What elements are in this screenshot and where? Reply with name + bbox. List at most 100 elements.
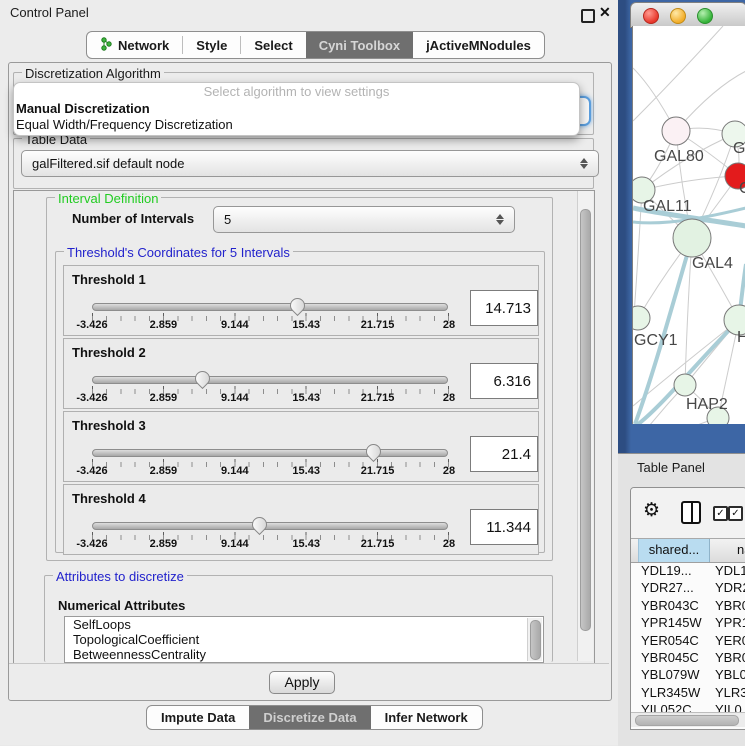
slider-tick-labels: -3.426 2.859 9.144 15.43 21.715 28 xyxy=(92,319,449,331)
dropdown-placeholder: Select algorithm to view settings xyxy=(14,83,579,101)
table-panel-title: Table Panel xyxy=(637,460,705,475)
threshold-label: Threshold 2 xyxy=(72,345,146,360)
settings-scrollbar[interactable] xyxy=(577,191,593,661)
tab-discretize-data[interactable]: Discretize Data xyxy=(249,706,370,729)
table-header-row: shared... na xyxy=(631,538,745,563)
network-canvas[interactable]: GAL80 GA C GAL11 GAL4 GCY1 H HAP2 xyxy=(632,26,745,424)
threshold-1-panel: Threshold 1 -3.426 2.859 9.144 15.43 21.… xyxy=(63,265,539,336)
checkbox-icon[interactable]: ✓ xyxy=(728,506,743,521)
scrollbar-thumb[interactable] xyxy=(635,715,739,726)
threshold-label: Threshold 1 xyxy=(72,272,146,287)
window-title: Control Panel xyxy=(10,5,89,20)
node-label: HAP2 xyxy=(686,396,728,413)
minimize-traffic-light[interactable] xyxy=(670,8,686,24)
checkbox-icon[interactable]: ✓ xyxy=(713,506,728,521)
threshold-1-slider[interactable] xyxy=(92,300,448,314)
node-gcy1[interactable] xyxy=(633,306,650,330)
numerical-attributes-list[interactable]: SelfLoops TopologicalCoefficient Between… xyxy=(64,616,544,663)
tab-network[interactable]: Network xyxy=(87,32,182,58)
network-icon xyxy=(100,37,113,54)
node-hap2[interactable] xyxy=(674,374,696,396)
control-panel-tabbar: Network Style Select Cyni Toolbox jActiv… xyxy=(86,31,545,59)
threshold-3-value-field[interactable] xyxy=(470,436,538,472)
threshold-2-value-field[interactable] xyxy=(470,363,538,399)
number-of-intervals-combobox[interactable]: 5 xyxy=(213,206,515,233)
slider-tick-labels: -3.426 2.859 9.144 15.43 21.715 28 xyxy=(92,392,449,404)
list-item[interactable]: SelfLoops xyxy=(65,617,543,632)
control-panel-window: Control Panel ✕ Network Style Select Cyn… xyxy=(0,0,618,745)
group-title: Interval Definition xyxy=(55,191,161,206)
slider-tick-labels: -3.426 2.859 9.144 15.43 21.715 28 xyxy=(92,538,449,550)
node-label: GAL80 xyxy=(654,148,704,165)
slider-tick-labels: -3.426 2.859 9.144 15.43 21.715 28 xyxy=(92,465,449,477)
dropdown-option-equal-width-frequency[interactable]: Equal Width/Frequency Discretization xyxy=(14,117,579,133)
tab-label: Network xyxy=(118,38,169,53)
table-rows: YDL19...YDL1 YDR27...YDR2 YBR043CYBR0 YP… xyxy=(631,562,745,719)
tab-cyni-toolbox[interactable]: Cyni Toolbox xyxy=(306,32,413,58)
table-row[interactable]: YPR145WYPR1 xyxy=(631,614,745,631)
table-horizontal-scrollbar[interactable] xyxy=(631,712,745,727)
threshold-4-panel: Threshold 4 -3.426 2.859 9.144 15.43 21.… xyxy=(63,484,539,555)
slider-track[interactable] xyxy=(92,303,448,311)
split-columns-icon[interactable] xyxy=(681,501,701,524)
network-window-titlebar xyxy=(630,2,745,28)
algorithm-dropdown-popup: Select algorithm to view settings Manual… xyxy=(13,82,580,136)
number-of-intervals-label: Number of Intervals xyxy=(72,211,194,226)
zoom-traffic-light[interactable] xyxy=(697,8,713,24)
threshold-1-value-field[interactable] xyxy=(470,290,538,326)
node-gal4[interactable] xyxy=(673,219,711,257)
list-item[interactable]: BetweennessCentrality xyxy=(65,647,543,662)
table-toolbar: ⚙ ✓ ✓ xyxy=(631,488,745,538)
group-title: Threshold's Coordinates for 5 Intervals xyxy=(64,245,293,260)
float-window-icon[interactable] xyxy=(581,9,595,23)
node-label: C xyxy=(739,180,745,197)
thresholds-group: Threshold's Coordinates for 5 Intervals … xyxy=(55,251,545,553)
list-scrollbar[interactable] xyxy=(527,618,542,661)
apply-button[interactable]: Apply xyxy=(269,671,335,694)
slider-track[interactable] xyxy=(92,376,448,384)
tab-select[interactable]: Select xyxy=(241,32,305,58)
node-label: GAL11 xyxy=(643,198,692,215)
cyni-bottom-tabbar: Impute Data Discretize Data Infer Networ… xyxy=(146,705,483,730)
combo-value: galFiltered.sif default node xyxy=(32,156,184,171)
threshold-2-slider[interactable] xyxy=(92,373,448,387)
group-title: Attributes to discretize xyxy=(53,569,187,584)
group-title: Discretization Algorithm xyxy=(22,66,164,81)
dropdown-option-manual-discretization[interactable]: Manual Discretization xyxy=(14,101,579,117)
threshold-3-slider[interactable] xyxy=(92,446,448,460)
slider-track[interactable] xyxy=(92,522,448,530)
column-header-shared-name[interactable]: shared... xyxy=(638,539,710,562)
table-row[interactable]: YDR27...YDR2 xyxy=(631,579,745,596)
scrollbar-thumb[interactable] xyxy=(580,209,591,631)
tab-style[interactable]: Style xyxy=(183,32,240,58)
spinner-icon xyxy=(580,158,588,169)
node-label: H xyxy=(737,329,745,346)
slider-track[interactable] xyxy=(92,449,448,457)
threshold-4-value-field[interactable] xyxy=(470,509,538,545)
table-row[interactable]: YDL19...YDL1 xyxy=(631,562,745,579)
threshold-4-slider[interactable] xyxy=(92,519,448,533)
list-item[interactable]: TopologicalCoefficient xyxy=(65,632,543,647)
table-row[interactable]: YBR045CYBR0 xyxy=(631,649,745,666)
combo-value: 5 xyxy=(224,212,231,227)
threshold-2-panel: Threshold 2 -3.426 2.859 9.144 15.43 21.… xyxy=(63,338,539,409)
close-traffic-light[interactable] xyxy=(643,8,659,24)
table-row[interactable]: YBR043CYBR0 xyxy=(631,597,745,614)
threshold-label: Threshold 4 xyxy=(72,491,146,506)
node-label: GCY1 xyxy=(634,332,678,349)
threshold-3-panel: Threshold 3 -3.426 2.859 9.144 15.43 21.… xyxy=(63,411,539,482)
table-row[interactable]: YER054CYER0 xyxy=(631,632,745,649)
tab-jactivemnodules[interactable]: jActiveMNodules xyxy=(413,32,544,58)
node-gal80[interactable] xyxy=(662,117,690,145)
table-data-combobox[interactable]: galFiltered.sif default node xyxy=(21,150,599,177)
column-header-name[interactable]: na xyxy=(709,539,745,562)
table-row[interactable]: YBL079WYBL0 xyxy=(631,666,745,683)
node-label: GA xyxy=(733,140,745,157)
tab-impute-data[interactable]: Impute Data xyxy=(147,706,249,729)
close-icon[interactable]: ✕ xyxy=(599,4,611,21)
tab-infer-network[interactable]: Infer Network xyxy=(371,706,482,729)
gear-icon[interactable]: ⚙ xyxy=(643,499,660,521)
spinner-icon xyxy=(496,214,504,225)
table-row[interactable]: YLR345WYLR3 xyxy=(631,684,745,701)
node-label: GAL4 xyxy=(692,255,733,272)
